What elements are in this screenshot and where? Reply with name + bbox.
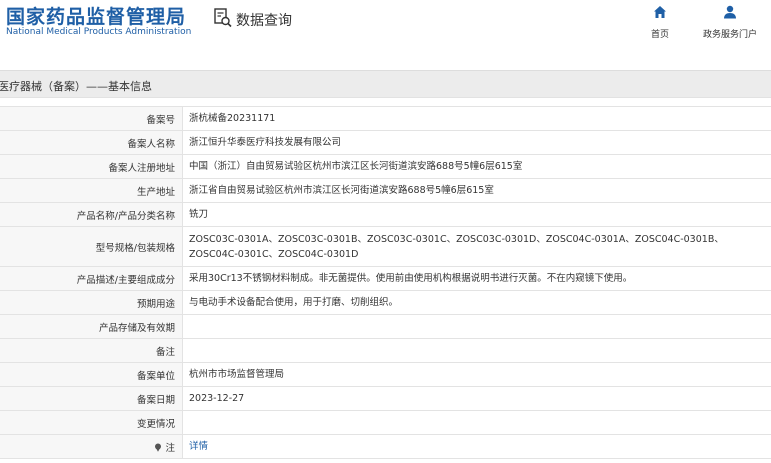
field-label: 备案单位 (0, 362, 183, 387)
table-row: 型号规格/包装规格 ZOSC03C-0301A、ZOSC03C-0301B、ZO… (0, 226, 771, 267)
table-row: 备案日期 2023-12-27 (0, 386, 771, 411)
field-value (182, 410, 771, 435)
breadcrumb: 医疗器械（备案）——基本信息 (0, 80, 152, 93)
field-value: 2023-12-27 (182, 386, 771, 411)
details-link[interactable]: 详情 (189, 441, 208, 452)
field-label: 预期用途 (0, 290, 183, 315)
field-label: 生产地址 (0, 178, 183, 203)
data-query-heading: 数据查询 (214, 8, 292, 32)
table-row: 注 详情 (0, 434, 771, 459)
field-value: ZOSC03C-0301A、ZOSC03C-0301B、ZOSC03C-0301… (182, 226, 771, 267)
nav-home[interactable]: 首页 (630, 4, 690, 40)
site-header: 国家药品监督管理局 National Medical Products Admi… (0, 0, 771, 58)
field-value (182, 338, 771, 363)
table-row: 备案人名称 浙江恒升华泰医疗科技发展有限公司 (0, 130, 771, 155)
breadcrumb-bar: 医疗器械（备案）——基本信息 (0, 70, 771, 98)
field-value: 浙江省自由贸易试验区杭州市滨江区长河街道滨安路688号5幢6层615室 (182, 178, 771, 203)
logo-title-cn[interactable]: 国家药品监督管理局 (6, 2, 186, 29)
field-value: 与电动手术设备配合使用，用于打磨、切削组织。 (182, 290, 771, 315)
field-label: 产品描述/主要组成成分 (0, 266, 183, 291)
table-row: 产品存储及有效期 (0, 314, 771, 339)
field-label: 产品名称/产品分类名称 (0, 202, 183, 227)
field-value: 采用30Cr13不锈钢材料制成。非无菌提供。使用前由使用机构根据说明书进行灭菌。… (182, 266, 771, 291)
field-label: 备案日期 (0, 386, 183, 411)
note-label: 注 (165, 442, 175, 454)
table-row: 产品描述/主要组成成分 采用30Cr13不锈钢材料制成。非无菌提供。使用前由使用… (0, 266, 771, 291)
field-label: 备案人名称 (0, 130, 183, 155)
field-value: 详情 (182, 434, 771, 459)
field-value: 铣刀 (182, 202, 771, 227)
user-icon (700, 4, 760, 23)
table-row: 备注 (0, 338, 771, 363)
field-value: 浙江恒升华泰医疗科技发展有限公司 (182, 130, 771, 155)
table-row: 备案单位 杭州市市场监督管理局 (0, 362, 771, 387)
field-label: 备案人注册地址 (0, 154, 183, 179)
field-label: 备注 (0, 338, 183, 363)
table-row: 备案号 浙杭械备20231171 (0, 106, 771, 131)
table-row: 产品名称/产品分类名称 铣刀 (0, 202, 771, 227)
field-label: 变更情况 (0, 410, 183, 435)
table-row: 备案人注册地址 中国（浙江）自由贸易试验区杭州市滨江区长河街道滨安路688号5幢… (0, 154, 771, 179)
table-row: 变更情况 (0, 410, 771, 435)
field-value (182, 314, 771, 339)
pin-icon (154, 443, 165, 454)
field-value: 中国（浙江）自由贸易试验区杭州市滨江区长河街道滨安路688号5幢6层615室 (182, 154, 771, 179)
data-query-label: 数据查询 (236, 13, 292, 29)
field-label: 型号规格/包装规格 (0, 226, 183, 267)
home-icon (630, 4, 690, 23)
nav-home-label: 首页 (650, 30, 669, 40)
nav-service-portal[interactable]: 政务服务门户 (700, 4, 760, 40)
search-document-icon (214, 8, 232, 32)
table-row: 生产地址 浙江省自由贸易试验区杭州市滨江区长河街道滨安路688号5幢6层615室 (0, 178, 771, 203)
field-label: 注 (0, 434, 183, 459)
field-label: 备案号 (0, 106, 183, 131)
field-value: 杭州市市场监督管理局 (182, 362, 771, 387)
logo-title-en: National Medical Products Administration (6, 27, 192, 37)
table-row: 预期用途 与电动手术设备配合使用，用于打磨、切削组织。 (0, 290, 771, 315)
field-value: 浙杭械备20231171 (182, 106, 771, 131)
field-label: 产品存储及有效期 (0, 314, 183, 339)
record-detail-table: 备案号 浙杭械备20231171 备案人名称 浙江恒升华泰医疗科技发展有限公司 … (0, 106, 771, 459)
nav-service-portal-label: 政务服务门户 (702, 30, 757, 40)
